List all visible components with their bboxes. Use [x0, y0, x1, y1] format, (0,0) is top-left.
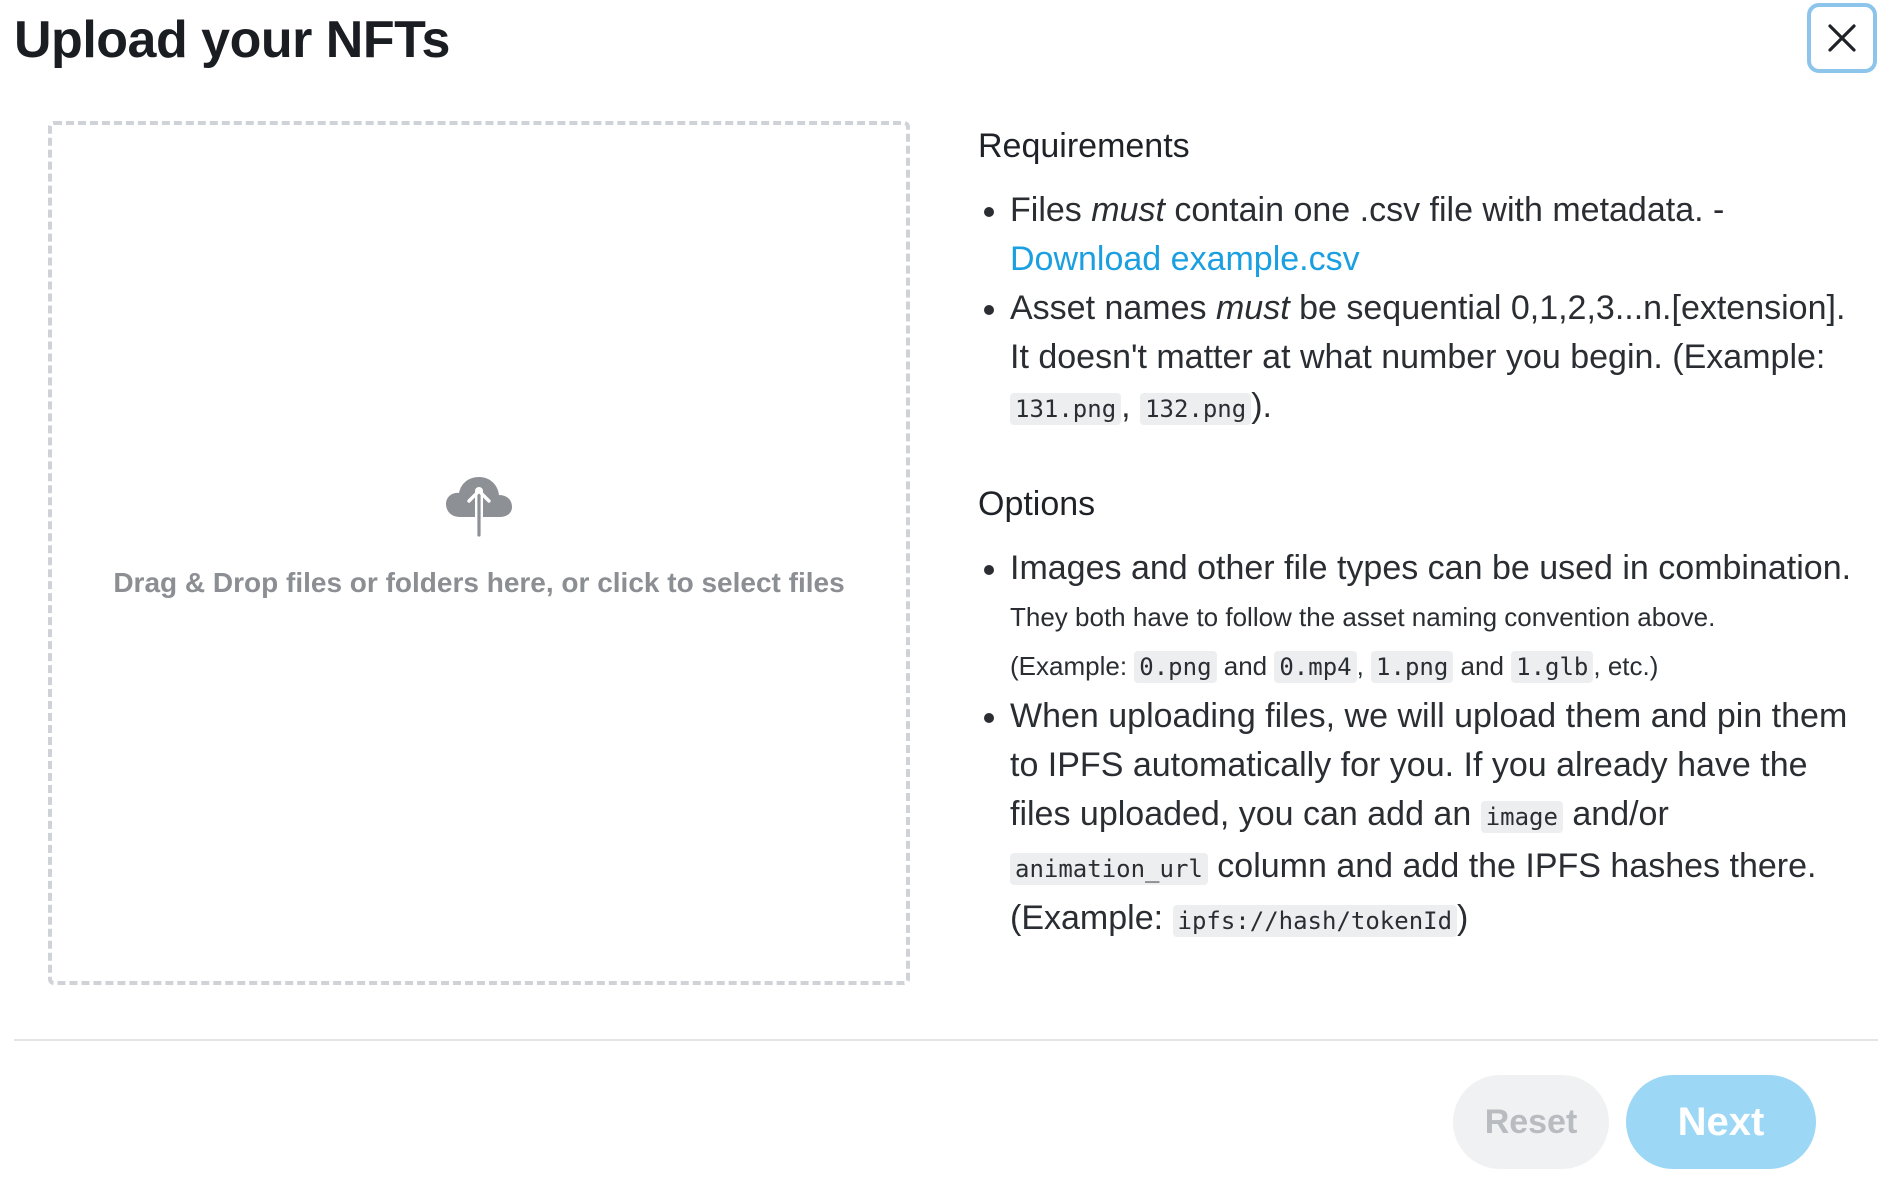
note-text: and	[1216, 651, 1275, 681]
requirements-list: Files must contain one .csv file with me…	[978, 186, 1858, 434]
options-title: Options	[978, 485, 1096, 523]
reset-button[interactable]: Reset	[1453, 1075, 1609, 1169]
requirement-text: contain one .csv file with metadata. -	[1164, 191, 1725, 229]
option-text: )	[1457, 899, 1469, 937]
option-text: When uploading files, we will upload the…	[1010, 697, 1848, 833]
option-item-ipfs: When uploading files, we will upload the…	[978, 692, 1858, 946]
requirement-item-csv: Files must contain one .csv file with me…	[978, 186, 1858, 284]
note-text: (Example:	[1010, 651, 1135, 681]
code-example: 0.png	[1134, 651, 1217, 683]
requirements-title: Requirements	[978, 127, 1190, 165]
code-example: ipfs://hash/tokenId	[1172, 905, 1458, 937]
requirement-text: Asset names	[1010, 289, 1216, 327]
footer-divider	[14, 1039, 1878, 1041]
requirement-text: Files	[1010, 191, 1092, 229]
options-list: Images and other file types can be used …	[978, 544, 1858, 946]
emphasis-text: must	[1215, 289, 1290, 327]
code-example: animation_url	[1010, 853, 1208, 885]
next-button[interactable]: Next	[1626, 1075, 1816, 1169]
code-example: 132.png	[1140, 393, 1252, 425]
info-panel: Requirements Files must contain one .csv…	[978, 124, 1858, 946]
separator-text: ,	[1356, 651, 1372, 681]
close-button[interactable]	[1807, 3, 1877, 73]
code-example: 1.glb	[1511, 651, 1594, 683]
download-example-link[interactable]: Download example.csv	[1010, 240, 1360, 278]
modal-title: Upload your NFTs	[14, 11, 450, 69]
requirement-item-naming: Asset names must be sequential 0,1,2,3..…	[978, 284, 1858, 434]
dropzone-instructions: Drag & Drop files or folders here, or cl…	[113, 567, 845, 598]
code-example: 131.png	[1010, 393, 1122, 425]
option-text: and/or	[1562, 795, 1669, 833]
close-icon	[1828, 24, 1856, 52]
separator-text: ,	[1121, 387, 1141, 425]
code-example: 1.png	[1371, 651, 1454, 683]
emphasis-text: must	[1091, 191, 1165, 229]
file-dropzone[interactable]: Drag & Drop files or folders here, or cl…	[48, 121, 910, 985]
code-example: image	[1480, 801, 1563, 833]
note-text: and	[1453, 651, 1512, 681]
cloud-upload-icon	[446, 477, 512, 537]
note-text: , etc.)	[1593, 651, 1659, 681]
code-example: 0.mp4	[1274, 651, 1357, 683]
option-item-combination: Images and other file types can be used …	[978, 544, 1858, 692]
option-example-note: (Example: 0.png and 0.mp4, 1.png and 1.g…	[1010, 642, 1858, 692]
option-text: Images and other file types can be used …	[1010, 549, 1852, 587]
option-note: They both have to follow the asset namin…	[1010, 602, 1716, 632]
requirement-text: ).	[1251, 387, 1272, 425]
